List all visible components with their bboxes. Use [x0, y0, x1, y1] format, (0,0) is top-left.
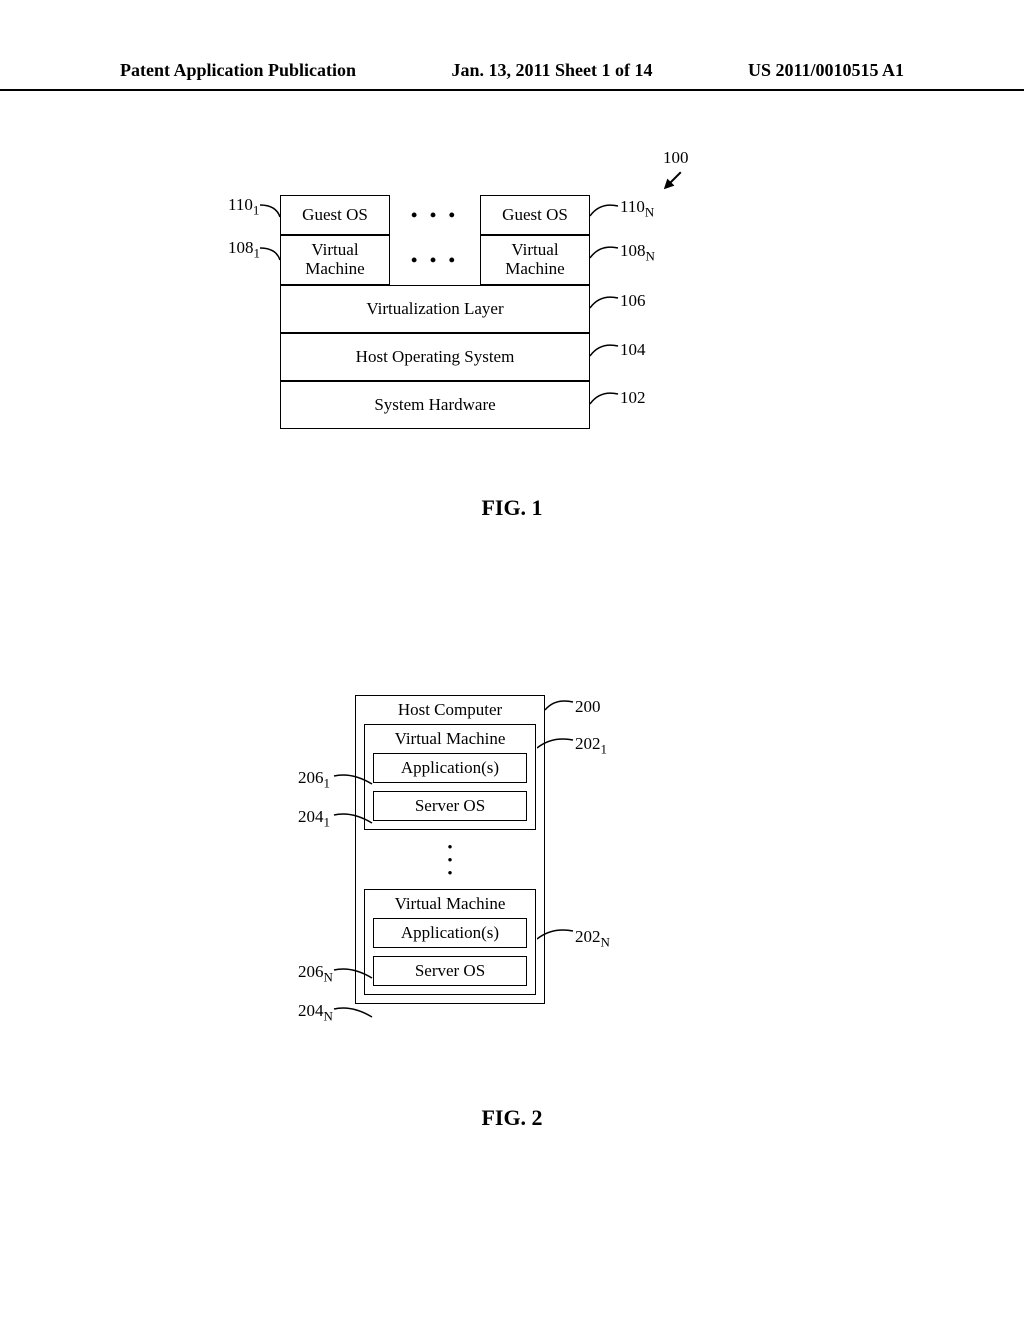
- label-204-n: 204N: [298, 1001, 333, 1024]
- figure-2-diagram: Host Computer Virtual Machine Applicatio…: [355, 695, 545, 1004]
- vm-outer-n: Virtual Machine Application(s) Server OS: [364, 889, 536, 995]
- leader-206-1-icon: [332, 770, 374, 788]
- host-computer-title: Host Computer: [356, 696, 544, 724]
- apps-box-n: Application(s): [373, 918, 527, 948]
- leader-110-1-icon: [258, 203, 282, 221]
- header-left: Patent Application Publication: [120, 60, 356, 81]
- header-right: US 2011/0010515 A1: [748, 60, 904, 81]
- leader-202-n-icon: [537, 925, 575, 943]
- vm-1-box: Virtual Machine: [280, 235, 390, 285]
- vm-title-1: Virtual Machine: [365, 725, 535, 753]
- system-hardware-box: System Hardware: [280, 381, 590, 429]
- leader-108-n-icon: [590, 240, 620, 260]
- leader-204-n-icon: [332, 1003, 374, 1021]
- figure-2-caption: FIG. 2: [0, 1105, 1024, 1131]
- page-header: Patent Application Publication Jan. 13, …: [0, 0, 1024, 91]
- leader-106-icon: [590, 290, 620, 310]
- vm-n-line1: Virtual: [511, 241, 558, 260]
- label-206-n: 206N: [298, 962, 333, 985]
- ref-100-label: 100: [663, 148, 689, 168]
- vm-title-n: Virtual Machine: [365, 890, 535, 918]
- label-202-n: 202N: [575, 927, 610, 950]
- dots-row-1: • • •: [390, 195, 480, 235]
- label-204-1: 2041: [298, 807, 330, 830]
- vm-outer-1: Virtual Machine Application(s) Server OS: [364, 724, 536, 830]
- label-108-n: 108N: [620, 241, 655, 264]
- vm-1-line2: Machine: [305, 260, 364, 279]
- vm-n-line2: Machine: [505, 260, 564, 279]
- label-200: 200: [575, 697, 601, 717]
- figure-1-diagram: Guest OS • • • Guest OS Virtual Machine …: [280, 195, 590, 429]
- vertical-dots: •••: [356, 838, 544, 889]
- virtualization-layer-box: Virtualization Layer: [280, 285, 590, 333]
- leader-200-icon: [545, 696, 575, 714]
- leader-108-1-icon: [258, 246, 282, 264]
- server-os-box-n: Server OS: [373, 956, 527, 986]
- host-os-box: Host Operating System: [280, 333, 590, 381]
- header-center: Jan. 13, 2011 Sheet 1 of 14: [451, 60, 652, 81]
- apps-box-1: Application(s): [373, 753, 527, 783]
- leader-202-1-icon: [537, 734, 575, 752]
- leader-206-n-icon: [332, 964, 374, 982]
- label-110-1: 1101: [228, 195, 259, 218]
- guest-os-n-box: Guest OS: [480, 195, 590, 235]
- dots-row-2: • • •: [390, 235, 480, 285]
- figure-1-caption: FIG. 1: [0, 495, 1024, 521]
- leader-204-1-icon: [332, 809, 374, 827]
- label-104: 104: [620, 340, 646, 360]
- server-os-box-1: Server OS: [373, 791, 527, 821]
- leader-104-icon: [590, 338, 620, 358]
- guest-os-1-box: Guest OS: [280, 195, 390, 235]
- label-106: 106: [620, 291, 646, 311]
- leader-110-n-icon: [590, 198, 620, 218]
- vm-1-line1: Virtual: [311, 241, 358, 260]
- leader-102-icon: [590, 386, 620, 406]
- label-206-1: 2061: [298, 768, 330, 791]
- label-202-1: 2021: [575, 734, 607, 757]
- ref-100-arrow-icon: [659, 166, 687, 194]
- label-110-n: 110N: [620, 197, 654, 220]
- vm-n-box: Virtual Machine: [480, 235, 590, 285]
- label-108-1: 1081: [228, 238, 260, 261]
- label-102: 102: [620, 388, 646, 408]
